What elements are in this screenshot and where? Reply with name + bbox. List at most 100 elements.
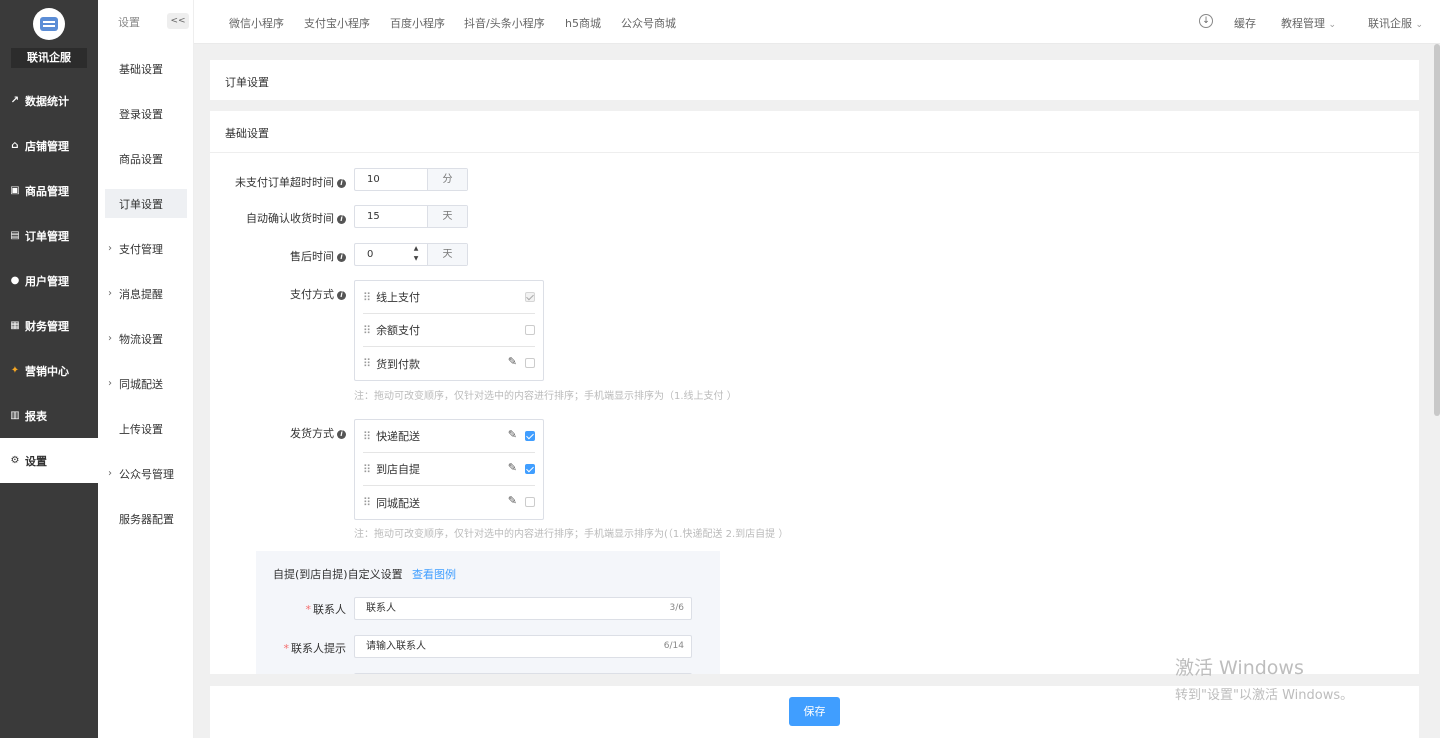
tab-alipay[interactable]: 支付宝小程序 (304, 15, 370, 31)
contact-hint-label: * 联系人提示 (256, 640, 347, 656)
payment-cod-checkbox[interactable] (525, 358, 535, 368)
nav-item-settings[interactable]: ⚙ 设置 (0, 438, 98, 483)
edit-pencil-icon[interactable]: ✎ (508, 494, 517, 507)
stepper-up-icon[interactable]: ▲ (405, 244, 427, 254)
info-icon[interactable]: i (337, 215, 346, 224)
account-menu[interactable]: 联讯企服 ⌄ (1368, 15, 1423, 31)
payment-method-label: 支付方式 i (226, 286, 346, 302)
nav-item-stats[interactable]: ↗ 数据统计 (0, 78, 98, 123)
collapse-button[interactable]: << (167, 13, 189, 29)
delivery-pickup-checkbox[interactable] (525, 464, 535, 474)
nav-item-reports[interactable]: ▥ 报表 (0, 393, 98, 438)
basic-settings-panel: 基础设置 未支付订单超时时间 i 10 分 自动确认收货时间 i 15 天 售后时间… (210, 111, 1419, 674)
contact-input[interactable]: 联系人 3/6 (354, 597, 692, 620)
cache-button[interactable]: 缓存 (1234, 15, 1256, 31)
subnav-item-basic[interactable]: 基础设置 (105, 54, 187, 83)
auto-confirm-value[interactable]: 15 (355, 206, 427, 227)
view-example-link[interactable]: 查看图例 (412, 566, 456, 582)
save-button[interactable]: 保存 (789, 697, 840, 726)
drag-handle-icon[interactable]: ⠿ (363, 357, 371, 370)
nav-item-marketing[interactable]: ✦ 营销中心 (0, 348, 98, 393)
page-scrollbar[interactable] (1434, 44, 1440, 416)
aftersale-input[interactable]: 0 ▲ ▼ 天 (354, 243, 468, 266)
delivery-local-checkbox[interactable] (525, 497, 535, 507)
payment-item-balance[interactable]: ⠿ 余额支付 (363, 314, 535, 347)
info-icon[interactable]: i (337, 291, 346, 300)
payment-item-cod[interactable]: ⠿ 货到付款 ✎ (363, 347, 535, 380)
unpaid-timeout-value[interactable]: 10 (355, 169, 427, 190)
nav-item-goods[interactable]: ▣ 商品管理 (0, 168, 98, 213)
chevron-right-icon: › (108, 243, 112, 254)
chevron-right-icon: › (108, 333, 112, 344)
tab-official-mall[interactable]: 公众号商城 (621, 15, 676, 31)
gear-icon: ⚙ (10, 455, 20, 466)
nav-item-finance[interactable]: ▦ 财务管理 (0, 303, 98, 348)
tab-baidu[interactable]: 百度小程序 (390, 15, 445, 31)
main-nav: ↗ 数据统计 ⌂ 店铺管理 ▣ 商品管理 ▤ 订单管理 ● 用户管理 ▦ 财务管理 ✦ 营销中… (0, 78, 98, 483)
payment-item-online[interactable]: ⠿ 线上支付 (363, 281, 535, 314)
chart-line-icon: ↗ (10, 95, 20, 106)
store-icon: ⌂ (11, 140, 19, 151)
drag-handle-icon[interactable]: ⠿ (363, 324, 371, 337)
payment-item-label: 余额支付 (376, 324, 421, 337)
delivery-item-express[interactable]: ⠿ 快递配送 ✎ (363, 420, 535, 453)
tab-douyin[interactable]: 抖音/头条小程序 (464, 15, 545, 31)
delivery-item-local[interactable]: ⠿ 同城配送 ✎ (363, 486, 535, 519)
drag-handle-icon[interactable]: ⠿ (363, 291, 371, 304)
unpaid-timeout-input[interactable]: 10 分 (354, 168, 468, 191)
basic-settings-title: 基础设置 (225, 127, 269, 140)
info-icon[interactable]: i (337, 430, 346, 439)
order-settings-card: 订单设置 (210, 60, 1419, 100)
info-icon[interactable]: i (337, 179, 346, 188)
edit-pencil-icon[interactable]: ✎ (508, 461, 517, 474)
subnav-item-local-delivery[interactable]: › 同城配送 (105, 369, 187, 398)
subnav-item-official-account[interactable]: › 公众号管理 (105, 459, 187, 488)
payment-item-label: 货到付款 (376, 357, 421, 371)
delivery-method-label: 发货方式 i (226, 425, 346, 441)
subnav-label: 商品设置 (119, 152, 163, 166)
marketing-icon: ✦ (10, 365, 20, 376)
quantity-stepper[interactable]: ▲ ▼ (405, 244, 427, 265)
contact-value: 联系人 (366, 603, 396, 614)
drag-handle-icon[interactable]: ⠿ (363, 463, 371, 476)
auto-confirm-input[interactable]: 15 天 (354, 205, 468, 228)
subnav-item-message[interactable]: › 消息提醒 (105, 279, 187, 308)
tab-wechat[interactable]: 微信小程序 (229, 15, 284, 31)
order-settings-title: 订单设置 (225, 76, 269, 89)
stepper-down-icon[interactable]: ▼ (405, 254, 427, 264)
subnav-item-login[interactable]: 登录设置 (105, 99, 187, 128)
contact-hint-value: 请输入联系人 (366, 641, 426, 652)
contact-label: * 联系人 (256, 601, 347, 617)
field-label: 发货方式 (290, 427, 334, 440)
nav-label: 营销中心 (25, 364, 69, 378)
drag-handle-icon[interactable]: ⠿ (363, 496, 371, 509)
tab-h5[interactable]: h5商城 (565, 15, 601, 31)
nav-label: 订单管理 (25, 229, 69, 243)
field-label: 售后时间 (290, 250, 334, 263)
subnav-item-upload[interactable]: 上传设置 (105, 414, 187, 443)
aftersale-value[interactable]: 0 ▲ ▼ (355, 244, 427, 265)
auto-confirm-label: 自动确认收货时间 i (226, 210, 346, 226)
subnav-item-order[interactable]: 订单设置 (105, 189, 187, 218)
tutorial-menu[interactable]: 教程管理 ⌄ (1281, 15, 1336, 31)
subnav-item-payment[interactable]: › 支付管理 (105, 234, 187, 263)
edit-pencil-icon[interactable]: ✎ (508, 355, 517, 368)
drag-handle-icon[interactable]: ⠿ (363, 430, 371, 443)
nav-item-store[interactable]: ⌂ 店铺管理 (0, 123, 98, 168)
nav-item-orders[interactable]: ▤ 订单管理 (0, 213, 98, 258)
subnav-item-server[interactable]: 服务器配置 (105, 504, 187, 533)
delivery-item-pickup[interactable]: ⠿ 到店自提 ✎ (363, 453, 535, 486)
logo[interactable] (33, 8, 65, 40)
next-input[interactable] (354, 673, 692, 674)
download-icon[interactable]: ↓ (1199, 14, 1213, 28)
delivery-method-list: ⠿ 快递配送 ✎ ⠿ 到店自提 ✎ ⠿ 同城配送 ✎ (354, 419, 544, 520)
nav-item-users[interactable]: ● 用户管理 (0, 258, 98, 303)
edit-pencil-icon[interactable]: ✎ (508, 428, 517, 441)
delivery-express-checkbox[interactable] (525, 431, 535, 441)
subnav-item-logistics[interactable]: › 物流设置 (105, 324, 187, 353)
subnav-item-goods[interactable]: 商品设置 (105, 144, 187, 173)
payment-balance-checkbox[interactable] (525, 325, 535, 335)
payment-method-list: ⠿ 线上支付 ⠿ 余额支付 ⠿ 货到付款 ✎ (354, 280, 544, 381)
contact-hint-input[interactable]: 请输入联系人 6/14 (354, 635, 692, 658)
info-icon[interactable]: i (337, 253, 346, 262)
